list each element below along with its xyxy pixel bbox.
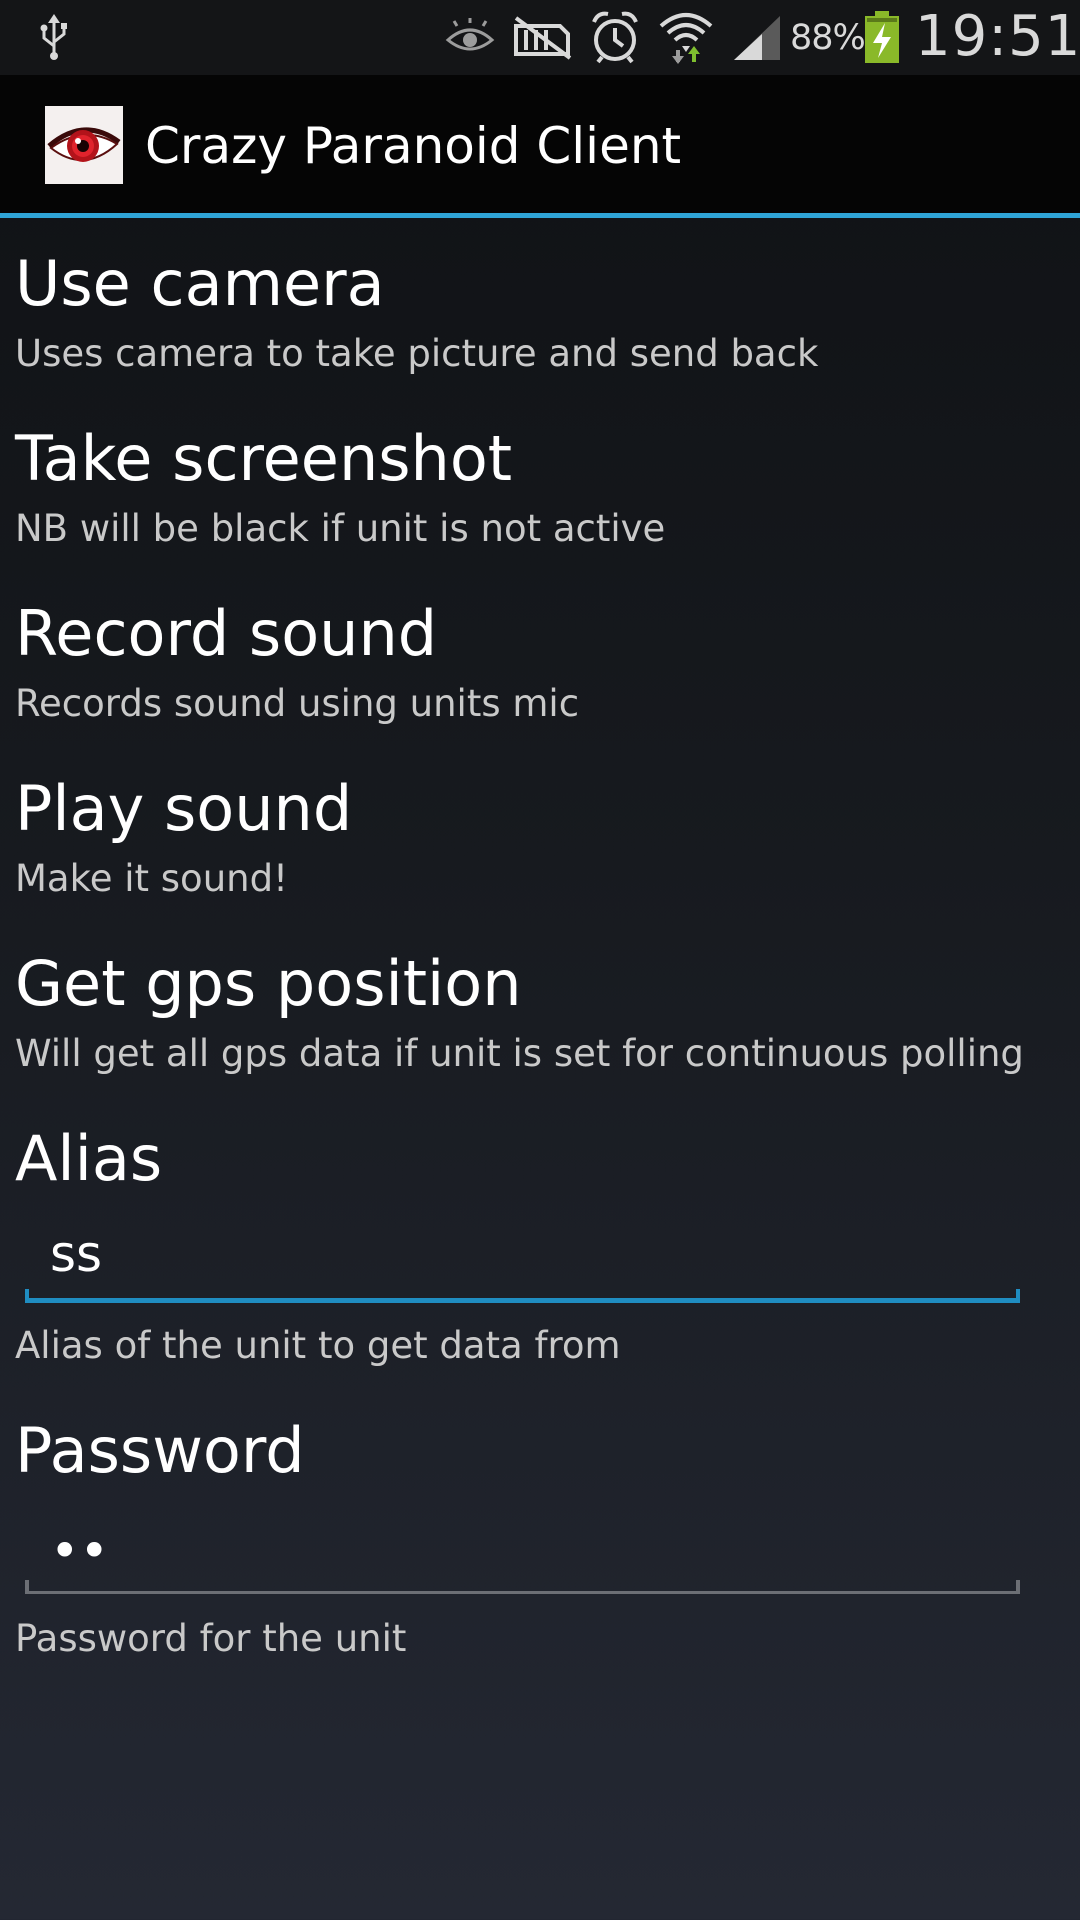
- password-summary: Password for the unit: [15, 1617, 407, 1660]
- password-input-underline: [25, 1591, 1020, 1594]
- signal-icon: [734, 16, 780, 60]
- pref-summary: NB will be black if unit is not active: [15, 507, 666, 550]
- alias-input-underline: [25, 1298, 1020, 1303]
- app-title: Crazy Paranoid Client: [145, 117, 682, 175]
- pref-summary: Uses camera to take picture and send bac…: [15, 332, 819, 375]
- password-input-tick-left: [25, 1580, 29, 1594]
- pref-summary: Records sound using units mic: [15, 682, 580, 725]
- status-bar: 88% 19:51: [0, 0, 1080, 75]
- alias-input[interactable]: ss: [25, 1221, 1020, 1303]
- pref-title: Take screenshot: [15, 422, 513, 495]
- alias-input-tick-left: [25, 1289, 29, 1303]
- wifi-icon: [659, 13, 713, 64]
- alias-title: Alias: [15, 1122, 163, 1195]
- alias-summary: Alias of the unit to get data from: [15, 1324, 621, 1367]
- password-input-tick-right: [1016, 1580, 1020, 1594]
- password-input[interactable]: ••: [25, 1512, 1020, 1594]
- battery-percent: 88%: [790, 18, 866, 58]
- no-sim-icon: [514, 16, 572, 60]
- usb-icon: [40, 14, 67, 60]
- red-eye-icon[interactable]: [45, 106, 123, 184]
- alias-input-tick-right: [1016, 1289, 1020, 1303]
- action-bar-divider: [0, 213, 1080, 218]
- pref-summary: Make it sound!: [15, 857, 288, 900]
- alarm-icon: [592, 11, 638, 64]
- eye-icon: [445, 18, 495, 51]
- alias-input-value: ss: [50, 1225, 103, 1283]
- pref-title: Get gps position: [15, 947, 522, 1020]
- action-bar: Crazy Paranoid Client: [0, 75, 1080, 215]
- pref-title: Record sound: [15, 597, 438, 670]
- pref-title: Play sound: [15, 772, 353, 845]
- pref-title: Use camera: [15, 247, 385, 320]
- password-input-value: ••: [50, 1522, 109, 1580]
- pref-summary: Will get all gps data if unit is set for…: [15, 1032, 1024, 1075]
- battery-charging-icon: [865, 11, 899, 63]
- password-title: Password: [15, 1414, 305, 1487]
- clock: 19:51: [915, 4, 1080, 69]
